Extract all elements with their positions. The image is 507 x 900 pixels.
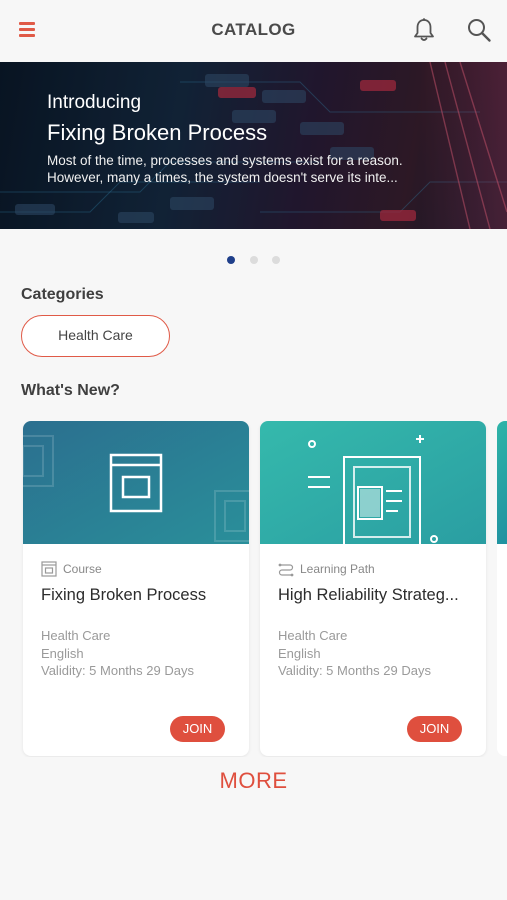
card-validity: Validity: 5 Months 29 Days bbox=[278, 663, 431, 678]
card-title: Fixing Broken Process bbox=[41, 586, 207, 604]
whats-new-heading: What's New? bbox=[21, 382, 120, 399]
banner-title: Fixing Broken Process bbox=[47, 120, 268, 145]
learning-path-card[interactable]: Learning Path High Reliability Strateg..… bbox=[260, 421, 486, 756]
whats-new-carousel[interactable]: Course Fixing Broken Process Health Care… bbox=[0, 421, 507, 757]
join-button[interactable]: JOIN bbox=[407, 716, 462, 742]
carousel-pagination bbox=[0, 251, 507, 264]
search-icon[interactable] bbox=[466, 17, 492, 43]
course-card[interactable]: Course Fixing Broken Process Health Care… bbox=[23, 421, 249, 756]
next-card-peek[interactable] bbox=[497, 421, 507, 756]
card-type: Learning Path bbox=[278, 560, 472, 578]
category-chip-health-care[interactable]: Health Care bbox=[21, 315, 170, 357]
banner-eyebrow: Introducing bbox=[47, 92, 142, 113]
card-type: Course bbox=[41, 560, 235, 578]
card-validity: Validity: 5 Months 29 Days bbox=[41, 663, 194, 678]
course-icon bbox=[41, 561, 57, 577]
learning-path-icon bbox=[278, 563, 294, 577]
card-type-label: Course bbox=[63, 562, 102, 576]
banner-text: Introducing Fixing Broken Process Most o… bbox=[47, 92, 447, 186]
app-header: CATALOG bbox=[0, 0, 507, 62]
learning-path-thumbnail bbox=[260, 421, 486, 544]
carousel-dot-1[interactable] bbox=[227, 256, 236, 264]
bell-icon[interactable] bbox=[412, 17, 436, 43]
course-thumbnail bbox=[23, 421, 249, 544]
card-meta: Health Care English Validity: 5 Months 2… bbox=[278, 627, 472, 680]
more-button[interactable]: MORE bbox=[0, 768, 507, 794]
card-body: Course Fixing Broken Process Health Care… bbox=[41, 560, 235, 680]
carousel-dot-2[interactable] bbox=[249, 256, 258, 264]
carousel-dot-3[interactable] bbox=[271, 256, 280, 264]
card-category: Health Care bbox=[41, 628, 111, 643]
banner-description-line: Most of the time, processes and systems … bbox=[47, 153, 403, 168]
card-meta: Health Care English Validity: 5 Months 2… bbox=[41, 627, 235, 680]
card-language: English bbox=[278, 645, 321, 661]
card-language: English bbox=[41, 645, 84, 661]
card-body: Learning Path High Reliability Strateg..… bbox=[278, 560, 472, 680]
banner-description: Most of the time, processes and systems … bbox=[47, 152, 447, 186]
card-type-label: Learning Path bbox=[300, 562, 375, 576]
featured-banner[interactable]: Introducing Fixing Broken Process Most o… bbox=[0, 62, 507, 229]
join-button[interactable]: JOIN bbox=[170, 716, 225, 742]
card-category: Health Care bbox=[278, 628, 348, 643]
card-title: High Reliability Strateg... bbox=[278, 586, 459, 604]
categories-heading: Categories bbox=[21, 286, 104, 303]
banner-description-line: However, many a times, the system doesn'… bbox=[47, 170, 398, 185]
